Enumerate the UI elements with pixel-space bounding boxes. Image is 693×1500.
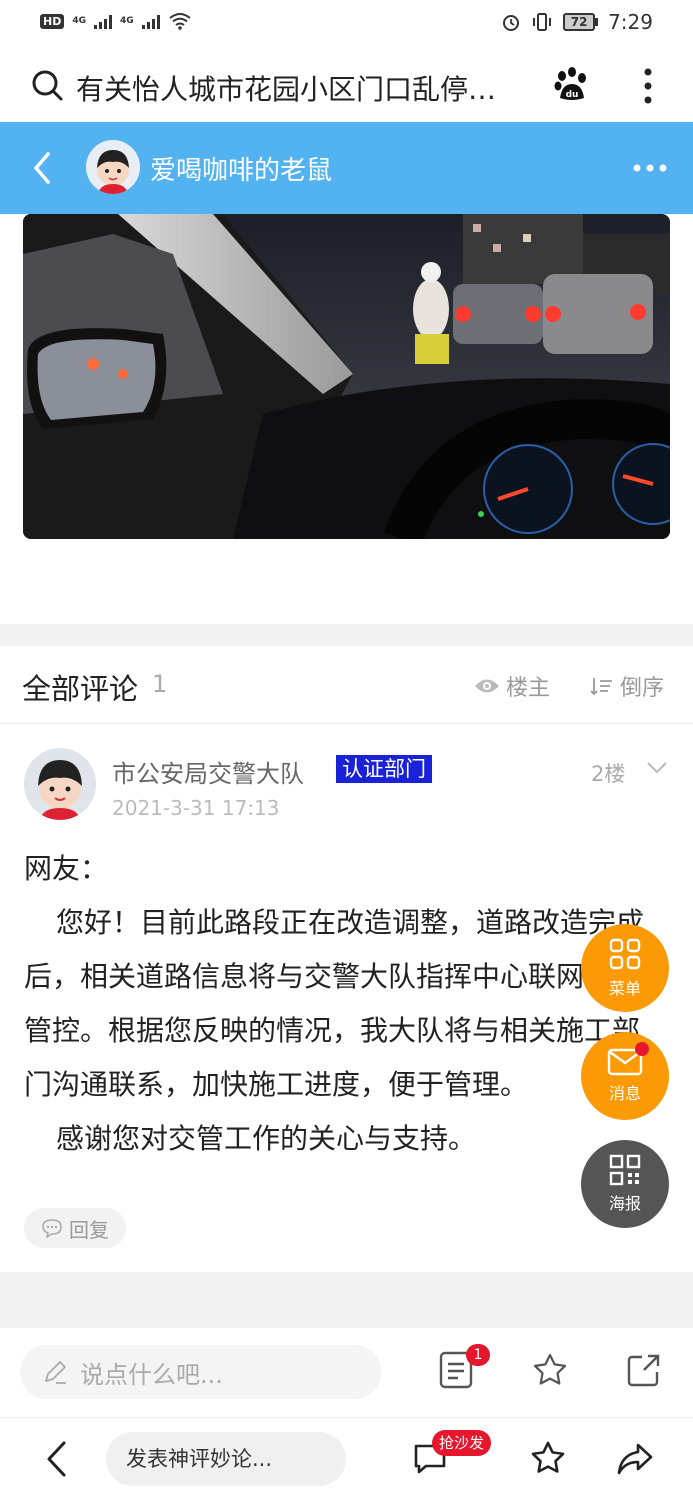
comments-count: 1 bbox=[152, 670, 168, 698]
comment-input[interactable]: 说点什么吧... bbox=[20, 1345, 381, 1399]
search-query[interactable]: 有关怡人城市花园小区门口乱停… bbox=[76, 68, 496, 108]
comment-paragraph-1: 您好！目前此路段正在改造调整，道路改造完成后，相关道路信息将与交警大队指挥中心联… bbox=[24, 906, 645, 1101]
post-image[interactable] bbox=[23, 214, 670, 539]
commenter-avatar[interactable] bbox=[24, 748, 96, 820]
author-name[interactable]: 爱喝咖啡的老鼠 bbox=[150, 150, 332, 187]
comments-count-badge: 1 bbox=[466, 1344, 490, 1366]
more-horizontal-icon[interactable] bbox=[632, 162, 668, 174]
menu-float-label: 菜单 bbox=[608, 979, 641, 998]
sofa-badge: 抢沙发 bbox=[432, 1430, 492, 1456]
poster-float-button[interactable]: 海报 bbox=[581, 1140, 669, 1228]
star-icon[interactable] bbox=[532, 1352, 568, 1388]
reply-label: 回复 bbox=[69, 1217, 109, 1242]
author-avatar[interactable] bbox=[86, 140, 140, 194]
grid-icon bbox=[609, 938, 641, 970]
share-arrow-icon[interactable] bbox=[616, 1442, 654, 1476]
post-header: 爱喝咖啡的老鼠 bbox=[0, 122, 693, 214]
favorite-star-icon[interactable] bbox=[530, 1440, 566, 1476]
browser-bottom-bar: 发表神评妙论... 抢沙发 bbox=[0, 1418, 693, 1500]
status-bar: HD 4G 4G 72 7:29 bbox=[0, 0, 693, 48]
poster-float-label: 海报 bbox=[608, 1194, 641, 1213]
floor-number: 2楼 bbox=[591, 762, 626, 786]
network-label-1: 4G bbox=[72, 16, 86, 26]
comments-title: 全部评论 bbox=[22, 672, 139, 706]
vibrate-icon bbox=[533, 13, 552, 31]
hd-badge: HD bbox=[40, 13, 65, 29]
comment-time: 2021-3-31 17:13 bbox=[112, 796, 280, 820]
pencil-icon bbox=[45, 1361, 66, 1384]
qr-code-icon bbox=[609, 1154, 641, 1186]
signal-icon-1 bbox=[94, 13, 112, 29]
browser-back-icon[interactable] bbox=[44, 1440, 68, 1478]
verified-badge: 认证部门 bbox=[336, 755, 432, 783]
battery-level: 72 bbox=[563, 13, 596, 31]
comment-paragraph-2: 感谢您对交管工作的关心与支持。 bbox=[56, 1122, 477, 1155]
search-icon[interactable] bbox=[30, 68, 64, 102]
op-only-toggle[interactable]: 楼主 bbox=[474, 670, 550, 702]
clock: 7:29 bbox=[608, 10, 653, 34]
back-icon[interactable] bbox=[28, 148, 56, 188]
sort-icon bbox=[590, 678, 612, 696]
chat-bubble-icon bbox=[42, 1219, 62, 1238]
more-vertical-icon[interactable] bbox=[640, 66, 656, 106]
status-left: HD 4G 4G bbox=[40, 12, 192, 30]
network-label-2: 4G bbox=[120, 16, 134, 26]
unread-dot bbox=[635, 1042, 649, 1056]
browser-comment-input[interactable]: 发表神评妙论... bbox=[106, 1432, 346, 1486]
signal-icon-2 bbox=[141, 13, 160, 29]
comment-input-bar: 说点什么吧... 1 bbox=[0, 1328, 693, 1418]
share-out-icon[interactable] bbox=[626, 1352, 662, 1388]
sort-toggle[interactable]: 倒序 bbox=[590, 670, 664, 702]
battery-icon: 72 bbox=[563, 13, 599, 31]
message-float-label: 消息 bbox=[608, 1084, 641, 1103]
sort-label: 倒序 bbox=[620, 676, 665, 701]
comment-input-placeholder: 说点什么吧... bbox=[80, 1360, 223, 1389]
message-float-button[interactable]: 消息 bbox=[581, 1032, 669, 1120]
reply-button[interactable]: 回复 bbox=[24, 1208, 126, 1248]
status-right: 72 7:29 bbox=[501, 10, 653, 34]
eye-icon bbox=[475, 679, 499, 693]
commenter-name[interactable]: 市公安局交警大队 bbox=[112, 754, 304, 789]
comment-body: 网友： 您好！目前此路段正在改造调整，道路改造完成后，相关道路信息将与交警大队指… bbox=[24, 842, 654, 1166]
section-divider-2 bbox=[0, 1272, 693, 1328]
comment-greeting: 网友： bbox=[24, 852, 109, 885]
svg-text:du: du bbox=[566, 90, 579, 100]
baidu-paw-icon[interactable]: du bbox=[552, 66, 590, 104]
comments-header: 全部评论 1 楼主 倒序 bbox=[0, 646, 693, 724]
search-bar[interactable]: 有关怡人城市花园小区门口乱停… du bbox=[0, 48, 693, 122]
section-divider bbox=[0, 624, 693, 646]
menu-float-button[interactable]: 菜单 bbox=[581, 924, 669, 1012]
op-only-label: 楼主 bbox=[506, 676, 551, 701]
wifi-icon bbox=[169, 13, 191, 30]
chevron-down-icon[interactable] bbox=[646, 760, 668, 776]
alarm-icon bbox=[503, 15, 520, 31]
